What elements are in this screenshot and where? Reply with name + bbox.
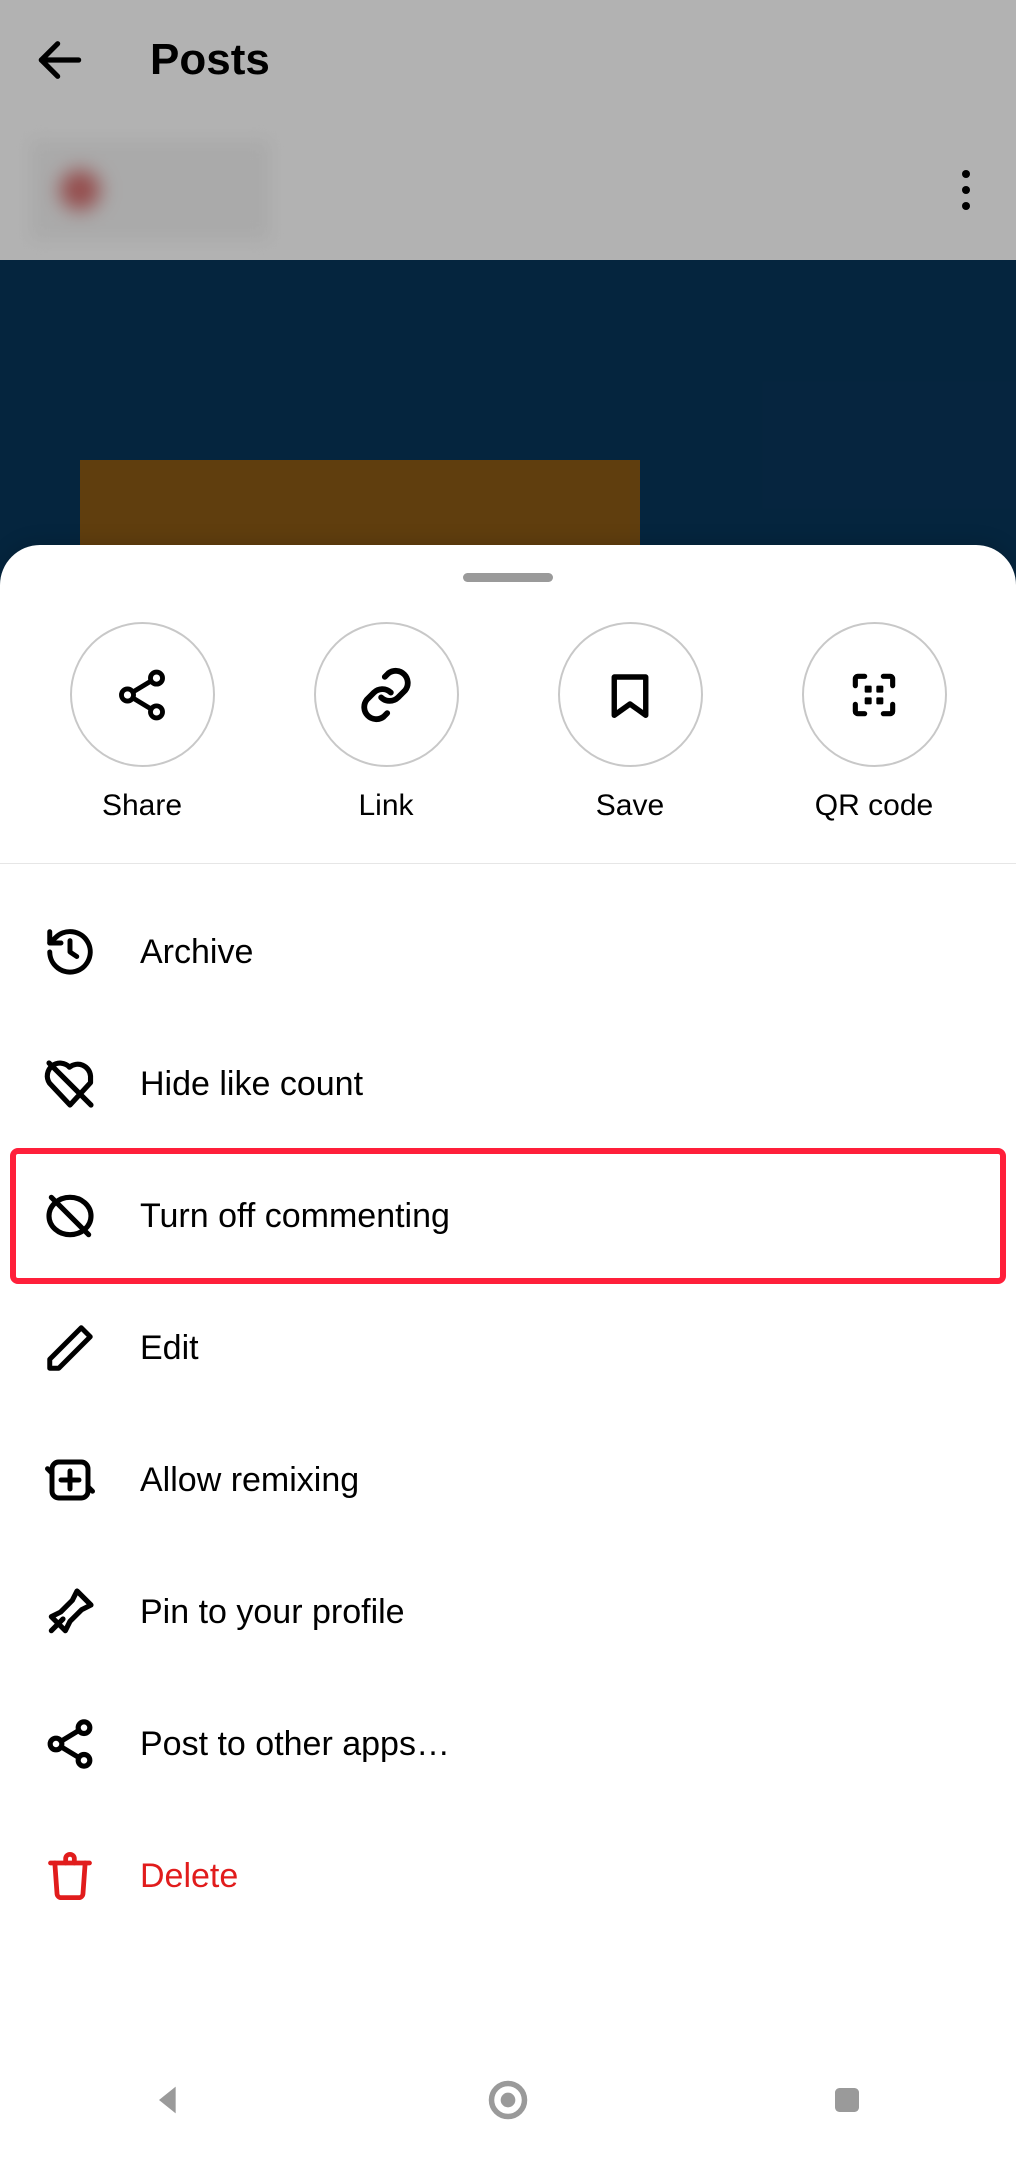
quick-action-share[interactable]: Share (52, 622, 232, 823)
menu-item-label: Archive (140, 933, 253, 972)
menu-item-label: Turn off commenting (140, 1197, 450, 1236)
menu-item-delete[interactable]: Delete (0, 1810, 1016, 1942)
remix-icon (40, 1450, 100, 1510)
bookmark-icon (603, 668, 657, 722)
link-icon (357, 666, 415, 724)
heart-off-icon (40, 1054, 100, 1114)
menu-item-archive[interactable]: Archive (0, 886, 1016, 1018)
menu-item-pin[interactable]: Pin to your profile (0, 1546, 1016, 1678)
menu-item-turn-off-commenting[interactable]: Turn off commenting (12, 1150, 1004, 1282)
menu-item-label: Edit (140, 1329, 199, 1368)
quick-action-link[interactable]: Link (296, 622, 476, 823)
archive-icon (40, 922, 100, 982)
quick-action-save[interactable]: Save (540, 622, 720, 823)
trash-icon (40, 1846, 100, 1906)
share-icon (113, 666, 171, 724)
share-alt-icon (40, 1714, 100, 1774)
menu-item-label: Post to other apps… (140, 1725, 450, 1764)
nav-home-button[interactable] (478, 2070, 538, 2130)
menu-item-hide-likes[interactable]: Hide like count (0, 1018, 1016, 1150)
quick-action-label: Save (596, 789, 664, 823)
menu-item-label: Allow remixing (140, 1461, 359, 1500)
system-nav-bar (0, 2040, 1016, 2160)
quick-actions-row: Share Link Save QR code (0, 612, 1016, 864)
pin-icon (40, 1582, 100, 1642)
comment-off-icon (40, 1186, 100, 1246)
menu-item-post-other-apps[interactable]: Post to other apps… (0, 1678, 1016, 1810)
quick-action-label: QR code (815, 789, 933, 823)
quick-action-label: Link (358, 789, 413, 823)
menu-item-edit[interactable]: Edit (0, 1282, 1016, 1414)
qr-icon (846, 667, 902, 723)
menu-item-allow-remixing[interactable]: Allow remixing (0, 1414, 1016, 1546)
menu-item-label: Pin to your profile (140, 1593, 405, 1632)
quick-action-qr[interactable]: QR code (784, 622, 964, 823)
menu-list: Archive Hide like count Turn off comment… (0, 864, 1016, 1964)
sheet-grabber[interactable] (463, 573, 553, 582)
quick-action-label: Share (102, 789, 182, 823)
menu-item-label: Delete (140, 1857, 238, 1896)
nav-recents-button[interactable] (817, 2070, 877, 2130)
nav-back-button[interactable] (139, 2070, 199, 2130)
menu-item-label: Hide like count (140, 1065, 363, 1104)
action-sheet: Share Link Save QR code (0, 545, 1016, 2160)
edit-icon (40, 1318, 100, 1378)
